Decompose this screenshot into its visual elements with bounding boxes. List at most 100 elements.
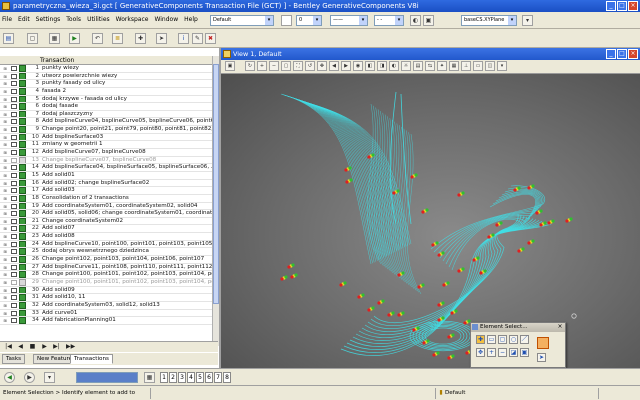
expand-icon[interactable]: ⊞ xyxy=(0,203,10,210)
transaction-row[interactable]: ⊞ 29 Change point100, point101, point102, … xyxy=(0,278,218,287)
view-number-button[interactable]: 3 xyxy=(178,372,186,383)
window-area-icon[interactable]: ▢ xyxy=(281,61,291,71)
control-point[interactable] xyxy=(447,333,455,339)
expand-icon[interactable]: ⊞ xyxy=(0,118,10,125)
subtract-mode-icon[interactable]: − xyxy=(498,348,507,357)
transaction-checkbox[interactable] xyxy=(11,134,17,140)
expand-icon[interactable]: ⊞ xyxy=(0,233,10,240)
view-previous-icon[interactable]: ◀ xyxy=(329,61,339,71)
control-point[interactable] xyxy=(397,311,405,317)
level-combo[interactable]: Default ▾ xyxy=(210,15,274,26)
shape-select-icon[interactable]: ▢ xyxy=(498,335,507,344)
transaction-row[interactable]: ⊞ 5 dodaj krzywe - fasada od ulicy xyxy=(0,95,218,104)
transaction-checkbox[interactable] xyxy=(11,157,17,163)
expand-icon[interactable]: ⊞ xyxy=(0,149,10,156)
menu-item-help[interactable]: Help xyxy=(184,16,198,23)
transaction-row[interactable]: ⊞ 23 Add solid08 xyxy=(0,233,218,241)
add-mode-icon[interactable]: + xyxy=(487,348,496,357)
transaction-checkbox[interactable] xyxy=(11,172,17,178)
transaction-checkbox[interactable] xyxy=(11,211,17,217)
standard-views-icon[interactable]: ◫ xyxy=(485,61,495,71)
view-combo[interactable] xyxy=(76,372,138,383)
select-element-icon[interactable]: ✚ xyxy=(476,335,485,344)
expand-icon[interactable]: ⊞ xyxy=(0,248,10,255)
expand-icon[interactable]: ⊞ xyxy=(0,65,10,72)
zoom-out-icon[interactable]: − xyxy=(269,61,279,71)
control-point[interactable] xyxy=(280,275,288,281)
views-icon[interactable]: ▦ xyxy=(144,372,155,383)
control-point[interactable] xyxy=(565,217,573,223)
menu-item-workspace[interactable]: Workspace xyxy=(116,16,149,23)
render-icon[interactable]: ☼ xyxy=(401,61,411,71)
wireframe-model[interactable] xyxy=(221,74,640,368)
transaction-checkbox[interactable] xyxy=(11,119,17,125)
expand-icon[interactable]: ⊞ xyxy=(0,141,10,148)
plane-combo[interactable]: baseCS.XYPlane ▾ xyxy=(461,15,517,26)
circle-select-icon[interactable]: ○ xyxy=(509,335,518,344)
select-icon[interactable]: ➤ xyxy=(156,33,167,44)
expand-icon[interactable]: ⊞ xyxy=(0,279,10,286)
transaction-checkbox[interactable] xyxy=(11,264,17,270)
wireframe-curve[interactable] xyxy=(285,95,378,261)
expand-icon[interactable]: ⊞ xyxy=(0,88,10,95)
clear-mode-icon[interactable]: ▣ xyxy=(520,348,529,357)
transaction-row[interactable]: ⊞ 26 Change point102, point103, point104, … xyxy=(0,256,218,264)
control-point[interactable] xyxy=(437,251,445,257)
transaction-checkbox[interactable] xyxy=(11,226,17,232)
wireframe-curve[interactable] xyxy=(404,132,419,293)
transaction-checkbox[interactable] xyxy=(11,104,17,110)
transaction-row[interactable]: ⊞ 7 dodaj plaszczyzny xyxy=(0,110,218,119)
element-selection-header[interactable]: Element Select... × xyxy=(471,323,565,332)
view-number-button[interactable]: 2 xyxy=(169,372,177,383)
toggle-icon[interactable]: ▾ xyxy=(497,61,507,71)
open-file-icon[interactable]: ▢ xyxy=(27,33,38,44)
transaction-row[interactable]: ⊞ 11 zmiany w geometrii 1 xyxy=(0,141,218,150)
wireframe-curve[interactable] xyxy=(451,194,536,271)
transaction-row[interactable]: ⊞ 6 dodaj fasade xyxy=(0,103,218,111)
view-minimize-button[interactable]: _ xyxy=(606,49,616,59)
transaction-checkbox[interactable] xyxy=(11,111,17,117)
minimize-button[interactable]: _ xyxy=(606,1,616,11)
transaction-checkbox[interactable] xyxy=(11,302,17,308)
control-point[interactable] xyxy=(290,273,298,279)
transaction-checkbox[interactable] xyxy=(11,318,17,324)
menu-item-tools[interactable]: Tools xyxy=(66,16,81,23)
control-point[interactable] xyxy=(377,299,385,305)
expand-icon[interactable]: ⊞ xyxy=(0,294,10,301)
linestyle-combo[interactable]: - - ▾ xyxy=(374,15,404,26)
control-point[interactable] xyxy=(287,263,295,269)
update-icon[interactable]: ↻ xyxy=(245,61,255,71)
transaction-row[interactable]: ⊞ 25 dodaj obrys wewnetrznego dziedzinca xyxy=(0,248,218,257)
transaction-row[interactable]: ⊞ 13 Change bsplineCurve07, bsplineCurve08 xyxy=(0,156,218,165)
view-number-button[interactable]: 6 xyxy=(205,372,213,383)
menu-item-file[interactable]: File xyxy=(2,16,12,23)
tab-transactions[interactable]: Transactions xyxy=(70,354,113,364)
view-number-button[interactable]: 7 xyxy=(214,372,222,383)
fit-view-icon[interactable]: ⛶ xyxy=(293,61,303,71)
wireframe-loop[interactable] xyxy=(424,327,462,345)
weight-combo[interactable]: 0 ▾ xyxy=(296,15,322,26)
origin-marker[interactable] xyxy=(571,313,577,319)
control-point[interactable] xyxy=(442,281,450,287)
pan-icon[interactable]: ✥ xyxy=(317,61,327,71)
expand-icon[interactable]: ⊞ xyxy=(0,172,10,179)
control-point[interactable] xyxy=(367,306,375,312)
previous-transaction-icon[interactable]: ◀ xyxy=(16,343,25,351)
transaction-row[interactable]: ⊞ 32 Add coordinateSystem03, solid12, soli… xyxy=(0,301,218,310)
transaction-row[interactable]: ⊞ 30 Add solid09 xyxy=(0,286,218,295)
expand-icon[interactable]: ⊞ xyxy=(0,195,10,202)
control-point[interactable] xyxy=(410,173,418,179)
view-number-button[interactable]: 8 xyxy=(223,372,231,383)
transaction-row[interactable]: ⊞ 31 Add solid10, 11 xyxy=(0,294,218,302)
expand-icon[interactable]: ⊞ xyxy=(0,126,10,133)
fence-icon[interactable]: ▭ xyxy=(473,61,483,71)
last-transaction-icon[interactable]: ▶| xyxy=(52,343,61,351)
play-icon[interactable]: ▶ xyxy=(40,343,49,351)
transaction-row[interactable]: ⊞ 15 Add solid01 xyxy=(0,171,218,180)
transaction-row[interactable]: ⊞ 4 fasada 2 xyxy=(0,87,218,96)
clip-mask-icon[interactable]: ◨ xyxy=(377,61,387,71)
record-icon[interactable]: ▶ xyxy=(69,33,80,44)
control-point[interactable] xyxy=(417,283,425,289)
zoom-in-icon[interactable]: + xyxy=(257,61,267,71)
transaction-checkbox[interactable] xyxy=(11,203,17,209)
